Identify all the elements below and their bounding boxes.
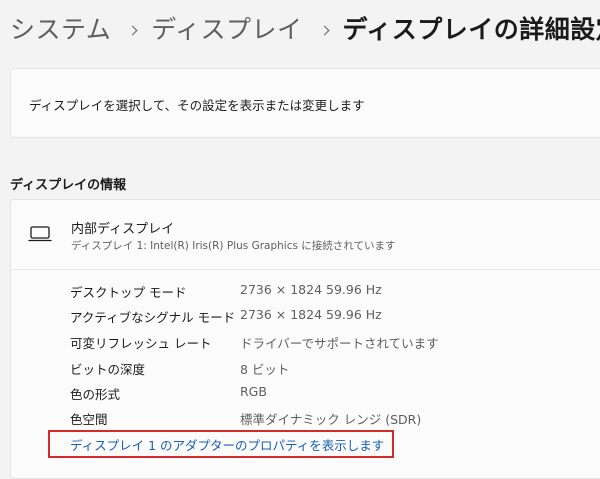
spec-value: 2736 × 1824 59.96 Hz [240, 282, 382, 297]
spec-label: 色の形式 [70, 387, 121, 402]
spec-value: 標準ダイナミック レンジ (SDR) [240, 412, 422, 427]
card-divider [11, 269, 600, 270]
display-connection-info: ディスプレイ 1: Intel(R) Iris(R) Plus Graphics… [71, 240, 396, 252]
spec-value: RGB [240, 384, 267, 399]
chevron-right-icon [321, 8, 331, 52]
spec-row-color-format: 色の形式 RGB [70, 384, 590, 404]
breadcrumb-item-display[interactable]: ディスプレイ [151, 8, 302, 52]
spec-row-color-space: 色空間 標準ダイナミック レンジ (SDR) [70, 409, 590, 429]
chevron-right-icon [129, 8, 139, 52]
laptop-icon [28, 226, 52, 242]
spec-label: デスクトップ モード [70, 285, 187, 300]
spec-label: 色空間 [70, 412, 108, 427]
spec-value: 8 ビット [240, 362, 290, 377]
spec-label: アクティブなシグナル モード [70, 310, 236, 325]
spec-value: ドライバーでサポートされています [240, 336, 439, 351]
spec-row-variable-refresh-rate: 可変リフレッシュ レート ドライバーでサポートされています [70, 333, 590, 353]
breadcrumb-item-system[interactable]: システム [10, 8, 111, 52]
page-title: ディスプレイの詳細設定 [342, 15, 600, 44]
display-info-heading: ディスプレイの情報 [10, 178, 127, 193]
adapter-properties-link[interactable]: ディスプレイ 1 のアダプターのプロパティを表示します [48, 430, 394, 458]
spec-label: ビットの深度 [70, 362, 146, 377]
spec-label: 可変リフレッシュ レート [70, 336, 212, 351]
display-select-card[interactable]: ディスプレイを選択して、その設定を表示または変更します [10, 68, 600, 138]
spec-row-bit-depth: ビットの深度 8 ビット [70, 359, 590, 379]
spec-row-desktop-mode: デスクトップ モード 2736 × 1824 59.96 Hz [70, 282, 590, 302]
spec-row-active-signal-mode: アクティブなシグナル モード 2736 × 1824 59.96 Hz [70, 307, 590, 327]
display-name: 内部ディスプレイ [71, 222, 175, 237]
spec-value: 2736 × 1824 59.96 Hz [240, 307, 382, 322]
breadcrumb: システム ディスプレイ ディスプレイの詳細設定 [10, 8, 600, 52]
display-select-text: ディスプレイを選択して、その設定を表示または変更します [29, 98, 365, 113]
